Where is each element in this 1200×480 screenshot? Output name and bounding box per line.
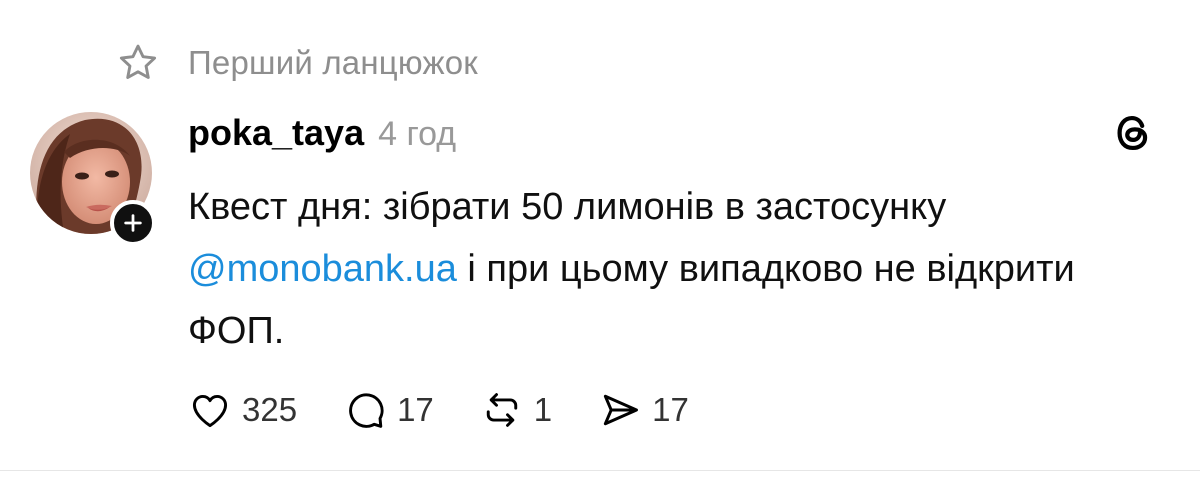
share-count: 17 (652, 391, 689, 428)
heart-icon (192, 394, 228, 428)
post-text-part: Квест дня: зібрати 50 лимонів в застосун… (188, 186, 947, 228)
threads-logo-icon[interactable] (1110, 110, 1156, 156)
thread-label-text: Перший ланцюжок (188, 44, 478, 81)
repost-count: 1 (533, 391, 553, 428)
share-button[interactable]: 17 (598, 388, 689, 432)
mention-link[interactable]: @monobank.ua (188, 248, 457, 290)
follow-button[interactable] (110, 200, 156, 246)
like-count: 325 (242, 391, 298, 428)
reply-count: 17 (397, 391, 434, 428)
comment-icon (349, 393, 384, 428)
send-icon (604, 394, 639, 426)
timestamp: 4 год (378, 115, 457, 153)
thread-label-row[interactable]: Перший ланцюжок (116, 40, 478, 86)
like-button[interactable]: 325 (188, 388, 297, 432)
repost-button[interactable]: 1 (480, 388, 552, 432)
post-text: Квест дня: зібрати 50 лимонів в застосун… (188, 176, 1148, 362)
plus-icon (124, 214, 142, 232)
action-bar: 325 17 1 17 (188, 386, 735, 434)
post-header: poka_taya 4 год (188, 112, 456, 162)
divider (0, 470, 1200, 471)
repost-icon (486, 393, 517, 427)
username[interactable]: poka_taya (188, 112, 364, 154)
star-icon[interactable] (116, 41, 160, 85)
reply-button[interactable]: 17 (343, 388, 434, 432)
